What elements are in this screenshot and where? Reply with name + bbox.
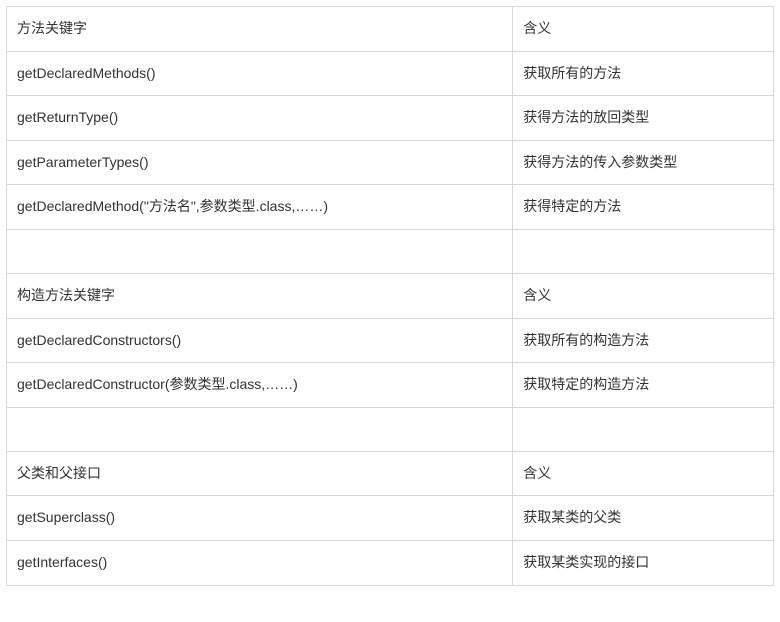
cell-meaning: 获得方法的放回类型: [513, 96, 774, 141]
table-body: 方法关键字含义 getDeclaredMethods()获取所有的方法 getR…: [7, 7, 774, 586]
table-row: getDeclaredConstructor(参数类型.class,……)获取特…: [7, 363, 774, 408]
cell-keyword: getDeclaredMethod("方法名",参数类型.class,……): [7, 185, 513, 230]
cell-meaning: 获取某类的父类: [513, 496, 774, 541]
cell-keyword: getDeclaredConstructors(): [7, 318, 513, 363]
table-row-empty: [7, 407, 774, 451]
cell-empty: [513, 407, 774, 451]
table-row: getDeclaredConstructors()获取所有的构造方法: [7, 318, 774, 363]
cell-empty: [513, 229, 774, 273]
cell-keyword: getReturnType(): [7, 96, 513, 141]
table-row: getInterfaces()获取某类实现的接口: [7, 540, 774, 585]
cell-meaning: 含义: [513, 451, 774, 496]
cell-meaning: 获得方法的传入参数类型: [513, 140, 774, 185]
cell-keyword: getSuperclass(): [7, 496, 513, 541]
cell-meaning: 获取特定的构造方法: [513, 363, 774, 408]
cell-keyword: getParameterTypes(): [7, 140, 513, 185]
table-row: getDeclaredMethods()获取所有的方法: [7, 51, 774, 96]
reflection-api-table: 方法关键字含义 getDeclaredMethods()获取所有的方法 getR…: [6, 6, 774, 586]
table-row: getParameterTypes()获得方法的传入参数类型: [7, 140, 774, 185]
cell-meaning: 获取某类实现的接口: [513, 540, 774, 585]
cell-keyword: 父类和父接口: [7, 451, 513, 496]
cell-meaning: 获得特定的方法: [513, 185, 774, 230]
cell-keyword: 构造方法关键字: [7, 273, 513, 318]
cell-meaning: 获取所有的方法: [513, 51, 774, 96]
table-row: getSuperclass()获取某类的父类: [7, 496, 774, 541]
cell-empty: [7, 229, 513, 273]
cell-meaning: 含义: [513, 273, 774, 318]
cell-empty: [7, 407, 513, 451]
table-row: getReturnType()获得方法的放回类型: [7, 96, 774, 141]
table-row: 父类和父接口含义: [7, 451, 774, 496]
cell-meaning: 含义: [513, 7, 774, 52]
cell-meaning: 获取所有的构造方法: [513, 318, 774, 363]
cell-keyword: 方法关键字: [7, 7, 513, 52]
cell-keyword: getDeclaredMethods(): [7, 51, 513, 96]
table-row: 方法关键字含义: [7, 7, 774, 52]
table-row-empty: [7, 229, 774, 273]
cell-keyword: getInterfaces(): [7, 540, 513, 585]
cell-keyword: getDeclaredConstructor(参数类型.class,……): [7, 363, 513, 408]
table-row: 构造方法关键字含义: [7, 273, 774, 318]
table-row: getDeclaredMethod("方法名",参数类型.class,……)获得…: [7, 185, 774, 230]
